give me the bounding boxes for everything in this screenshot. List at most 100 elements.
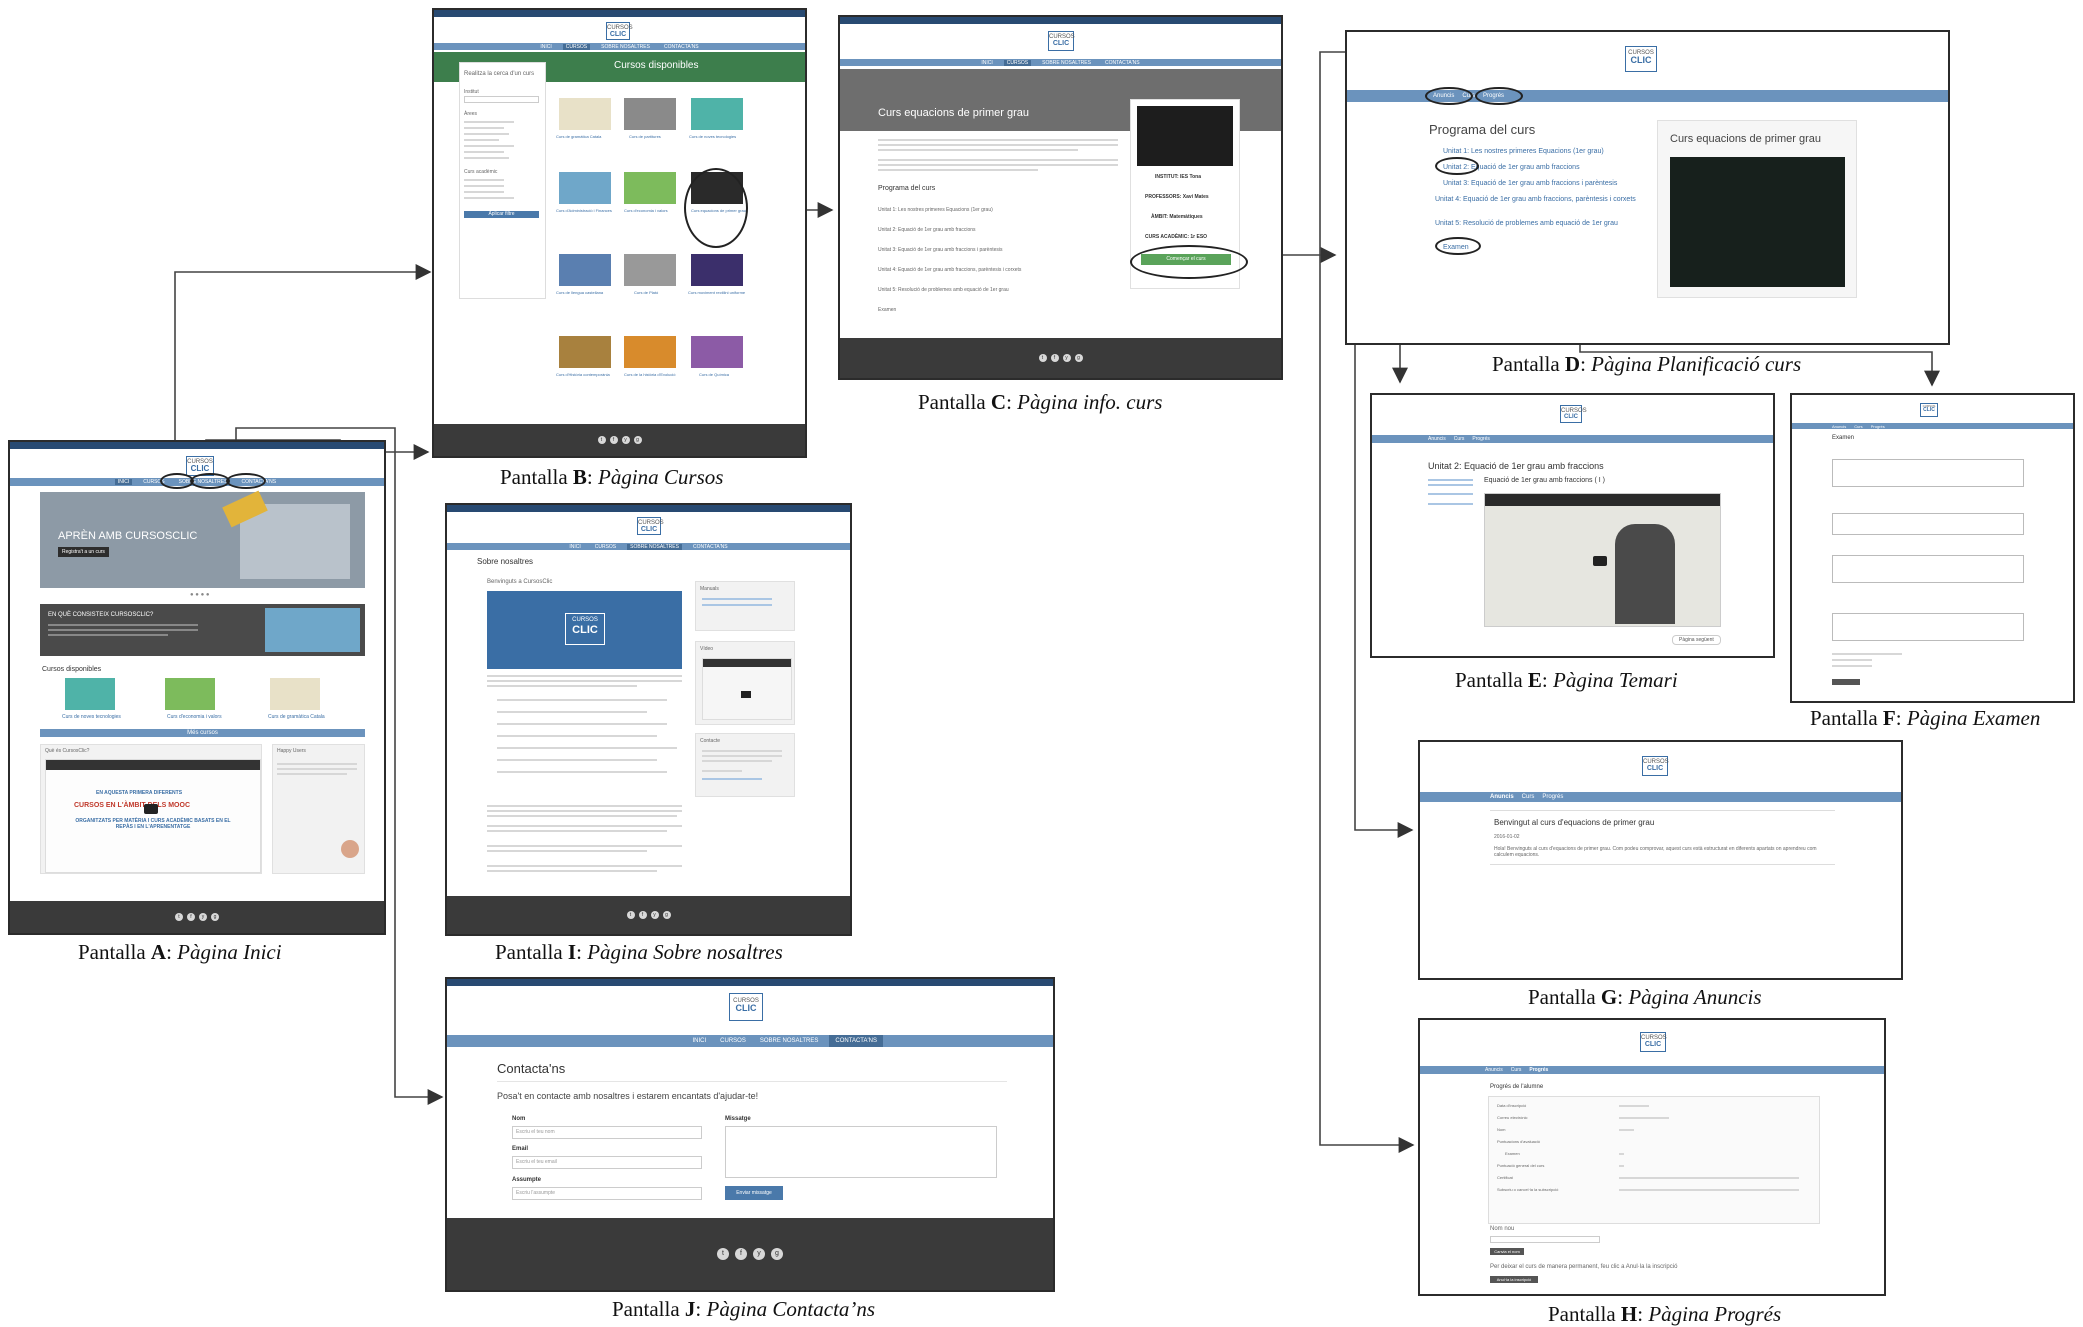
tab-curs[interactable]: Curs bbox=[1511, 1067, 1522, 1073]
googleplus-icon[interactable]: g bbox=[662, 911, 671, 919]
send-message-button[interactable]: Enviar missatge bbox=[725, 1186, 783, 1200]
unit-link[interactable]: Unitat 1: Les nostres primeres Equacions… bbox=[1443, 148, 1604, 155]
unit-link[interactable]: Unitat 3: Equació de 1er grau amb fracci… bbox=[1443, 180, 1617, 187]
course-name[interactable]: Curs moviment rectilini uniforme bbox=[688, 290, 745, 295]
course-name[interactable]: Curs de noves tecnologies bbox=[689, 134, 736, 139]
googleplus-icon[interactable]: g bbox=[211, 913, 219, 921]
nav-inici[interactable]: Inici bbox=[978, 60, 995, 66]
exam-question[interactable] bbox=[1832, 459, 2024, 487]
tab-curs[interactable]: Curs bbox=[1454, 436, 1465, 442]
nav-contacta[interactable]: Contacta'ns bbox=[690, 544, 731, 550]
nav-cursos[interactable]: Cursos bbox=[562, 43, 591, 50]
course-name[interactable]: Curs d'Administració i Finances bbox=[556, 208, 612, 213]
submit-exam-button[interactable] bbox=[1832, 679, 1860, 685]
course-thumb[interactable] bbox=[691, 98, 743, 130]
tab-progres[interactable]: Progrés bbox=[1472, 436, 1490, 442]
tab-progres[interactable]: Progrés bbox=[1871, 424, 1885, 429]
course-thumb[interactable] bbox=[559, 172, 611, 204]
course-name[interactable]: Curs de la història d'Evolució bbox=[624, 372, 675, 377]
course-thumb[interactable] bbox=[691, 254, 743, 286]
nav-inici[interactable]: Inici bbox=[114, 479, 133, 485]
mooc-video[interactable]: EN AQUESTA PRIMERA DIFERENTS CURSOS EN L… bbox=[45, 759, 261, 873]
nav-inici[interactable]: Inici bbox=[566, 544, 583, 550]
nav-inici[interactable]: Inici bbox=[537, 44, 554, 50]
hero-register-button[interactable]: Registra't a un curs bbox=[58, 547, 109, 557]
nav-cursos[interactable]: Cursos bbox=[717, 1038, 749, 1044]
youtube-icon[interactable]: y bbox=[621, 436, 630, 444]
tab-anuncis[interactable]: Anuncis bbox=[1832, 424, 1846, 429]
email-input[interactable]: Escriu el teu email bbox=[512, 1156, 702, 1169]
exam-question[interactable] bbox=[1832, 613, 2024, 641]
tab-anuncis[interactable]: Anuncis bbox=[1485, 1067, 1503, 1073]
play-icon[interactable] bbox=[741, 691, 751, 698]
tab-progres[interactable]: Progrés bbox=[1542, 794, 1563, 800]
unit-link[interactable]: Unitat 4: Equació de 1er grau amb fracci… bbox=[1435, 196, 1640, 203]
course-thumb[interactable] bbox=[624, 254, 676, 286]
nav-sobre[interactable]: Sobre nosaltres bbox=[598, 44, 653, 50]
tab-curs[interactable]: Curs bbox=[1522, 794, 1535, 800]
twitter-icon[interactable]: t bbox=[175, 913, 183, 921]
youtube-icon[interactable]: y bbox=[650, 911, 659, 919]
course-name[interactable]: Curs de llengua castellana bbox=[556, 290, 603, 295]
nav-contacta[interactable]: Contacta'ns bbox=[829, 1035, 883, 1047]
twitter-icon[interactable]: t bbox=[717, 1248, 729, 1260]
name-input[interactable]: Escriu el teu nom bbox=[512, 1126, 702, 1139]
message-textarea[interactable] bbox=[725, 1126, 997, 1178]
next-page-button[interactable]: Pàgina següent bbox=[1672, 635, 1721, 645]
facebook-icon[interactable]: f bbox=[187, 913, 195, 921]
unenroll-button[interactable]: Anul·la la inscripció bbox=[1490, 1276, 1538, 1283]
course-name[interactable]: Curs de partitures bbox=[629, 134, 661, 139]
facebook-icon[interactable]: f bbox=[638, 911, 647, 919]
subject-input[interactable]: Escriu l'assumpte bbox=[512, 1187, 702, 1200]
nav-contacta[interactable]: Contacta'ns bbox=[661, 44, 702, 50]
facebook-icon[interactable]: f bbox=[1050, 354, 1059, 362]
course-name[interactable]: Curs d'economia i valors bbox=[624, 208, 668, 213]
course-name[interactable]: Curs d'economia i valors bbox=[167, 714, 222, 720]
new-name-input[interactable] bbox=[1490, 1236, 1600, 1243]
course-name[interactable]: Curs d'Història contemporània bbox=[556, 372, 610, 377]
nav-sobre[interactable]: Sobre nosaltres bbox=[627, 543, 682, 550]
facebook-icon[interactable]: f bbox=[735, 1248, 747, 1260]
lesson-video[interactable] bbox=[1484, 493, 1721, 627]
course-name[interactable]: Curs de Química bbox=[699, 372, 729, 377]
twitter-icon[interactable]: t bbox=[597, 436, 606, 444]
course-thumb[interactable] bbox=[559, 254, 611, 286]
course-thumb-economy[interactable] bbox=[165, 678, 215, 710]
tab-curs[interactable]: Curs bbox=[1854, 424, 1862, 429]
nav-cursos[interactable]: Cursos bbox=[1003, 59, 1032, 66]
apply-filter-button[interactable]: Aplicar filtre bbox=[464, 211, 539, 218]
googleplus-icon[interactable]: g bbox=[771, 1248, 783, 1260]
course-name[interactable]: Curs de noves tecnologies bbox=[62, 714, 121, 720]
nav-sobre[interactable]: Sobre nosaltres bbox=[757, 1038, 822, 1044]
exam-question[interactable] bbox=[1832, 513, 2024, 535]
course-thumb-grammar[interactable] bbox=[270, 678, 320, 710]
course-thumb-tech[interactable] bbox=[65, 678, 115, 710]
youtube-icon[interactable]: y bbox=[1062, 354, 1071, 362]
course-name[interactable]: Curs de gramàtica Catala bbox=[268, 714, 325, 720]
facebook-icon[interactable]: f bbox=[609, 436, 618, 444]
tab-anuncis[interactable]: Anuncis bbox=[1490, 794, 1514, 800]
course-thumb[interactable] bbox=[624, 172, 676, 204]
nav-sobre[interactable]: Sobre nosaltres bbox=[1039, 60, 1094, 66]
play-icon[interactable] bbox=[1593, 556, 1607, 566]
course-name[interactable]: Curs de Plató bbox=[634, 290, 658, 295]
more-courses-button[interactable]: Més cursos bbox=[40, 729, 365, 737]
exam-question[interactable] bbox=[1832, 555, 2024, 583]
change-name-button[interactable]: Canvia el nom bbox=[1490, 1248, 1524, 1255]
course-thumb[interactable] bbox=[559, 98, 611, 130]
unit-link[interactable]: Unitat 5: Resolució de problemes amb equ… bbox=[1435, 220, 1640, 227]
slider-dots[interactable]: ● ● ● ● bbox=[190, 592, 210, 598]
about-video[interactable] bbox=[702, 658, 792, 720]
play-icon[interactable] bbox=[144, 804, 158, 814]
institut-select[interactable] bbox=[464, 96, 539, 103]
course-thumb[interactable] bbox=[691, 336, 743, 368]
course-name[interactable]: Curs de gramàtica Catala bbox=[556, 134, 601, 139]
nav-inici[interactable]: Inici bbox=[689, 1038, 709, 1044]
tab-anuncis[interactable]: Anuncis bbox=[1428, 436, 1446, 442]
tab-progres[interactable]: Progrés bbox=[1529, 1067, 1548, 1073]
twitter-icon[interactable]: t bbox=[626, 911, 635, 919]
course-thumb[interactable] bbox=[624, 98, 676, 130]
course-thumb[interactable] bbox=[624, 336, 676, 368]
course-thumb[interactable] bbox=[559, 336, 611, 368]
googleplus-icon[interactable]: g bbox=[1074, 354, 1083, 362]
